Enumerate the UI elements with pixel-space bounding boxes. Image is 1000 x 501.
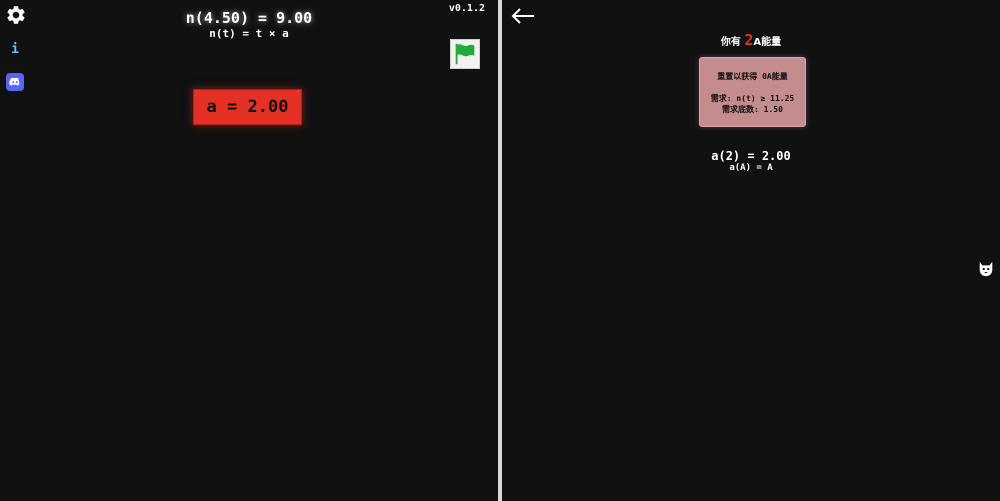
right-panel: 你有 2A能量 重置以获得 0A能量 需求: n(t) ≥ 11.25 需求底数… (502, 0, 1000, 501)
reset-requirement: 需求: n(t) ≥ 11.25 (710, 94, 795, 103)
left-panel: i n(4.50) = 9.00 n(t) = t × a v0.1.2 a =… (0, 0, 498, 501)
reset-base: 需求底数: 1.50 (722, 105, 783, 114)
energy-suffix: A能量 (753, 37, 782, 48)
flag-icon (455, 43, 475, 65)
energy-display: 你有 2A能量 (502, 31, 1000, 49)
n-value-display: n(4.50) = 9.00 (185, 9, 313, 27)
energy-prefix: 你有 (720, 37, 745, 48)
n-formula: n(t) = t × a (209, 27, 289, 40)
reset-button[interactable]: 重置以获得 0A能量 需求: n(t) ≥ 11.25 需求底数: 1.50 (699, 57, 806, 127)
cat-icon[interactable] (977, 260, 995, 278)
flag-button[interactable] (450, 39, 480, 69)
a-value-display: a(2) = 2.00 (711, 149, 791, 163)
reset-title: 重置以获得 0A能量 (717, 72, 788, 81)
a-upgrade-button[interactable]: a = 2.00 (193, 89, 302, 125)
version-label: v0.1.2 (448, 3, 485, 14)
a-formula: a(A) = A (729, 163, 773, 173)
back-arrow-icon[interactable] (510, 6, 536, 26)
info-icon[interactable]: i (10, 42, 20, 58)
discord-icon[interactable] (6, 73, 24, 91)
